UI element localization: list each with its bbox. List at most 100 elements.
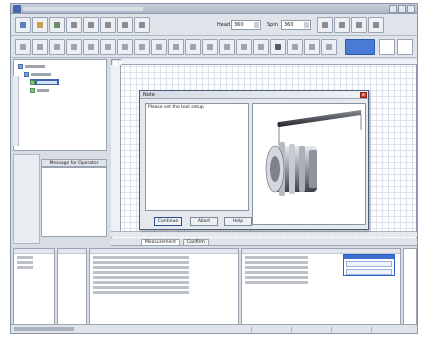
minimize-button[interactable] bbox=[389, 5, 397, 13]
head-label: Head bbox=[217, 22, 231, 28]
table-row bbox=[245, 276, 309, 279]
toolbar2-button-2[interactable] bbox=[32, 39, 48, 55]
property-panel-5[interactable] bbox=[403, 248, 417, 326]
table-row bbox=[245, 271, 309, 274]
head-combo[interactable]: 360 bbox=[231, 20, 261, 30]
property-panel-3[interactable] bbox=[89, 248, 239, 326]
dialog-close-button[interactable]: x bbox=[360, 92, 367, 98]
toolbar2-button-8[interactable] bbox=[134, 39, 150, 55]
program-icon bbox=[30, 79, 35, 85]
readout-header bbox=[344, 255, 394, 259]
tool-icon bbox=[71, 44, 77, 50]
toolbar2-button-11[interactable] bbox=[185, 39, 201, 55]
toolbar-button-11[interactable] bbox=[351, 17, 367, 33]
toolbar-button-12[interactable] bbox=[368, 17, 384, 33]
toolbar-button-2[interactable] bbox=[32, 17, 48, 33]
help-button[interactable]: Help bbox=[224, 217, 252, 226]
status-cell bbox=[251, 327, 291, 332]
tool-icon bbox=[139, 22, 145, 28]
toolbar2-button-4[interactable] bbox=[66, 39, 82, 55]
tool-icon bbox=[156, 44, 162, 50]
table-row bbox=[245, 266, 309, 269]
status-cell bbox=[371, 327, 417, 332]
toolbar2-field[interactable] bbox=[379, 39, 395, 55]
toolbar2-button-1[interactable] bbox=[15, 39, 31, 55]
toolbar-button-7[interactable] bbox=[117, 17, 133, 33]
toolbar2-button-16[interactable] bbox=[270, 39, 286, 55]
chevron-down-icon bbox=[304, 22, 309, 28]
toolbar-button-6[interactable] bbox=[100, 17, 116, 33]
tool-icon bbox=[241, 44, 247, 50]
table-row bbox=[93, 276, 190, 279]
tool-icon bbox=[88, 22, 94, 28]
accent-action-button[interactable] bbox=[345, 39, 375, 55]
app-window: Head 360 Spin 360 Message for Operator N… bbox=[10, 3, 418, 334]
maximize-button[interactable] bbox=[398, 5, 406, 13]
tree-item-label bbox=[37, 80, 57, 84]
tree-item-label bbox=[31, 72, 51, 76]
tool-icon bbox=[309, 44, 315, 50]
toolbar2-button-10[interactable] bbox=[168, 39, 184, 55]
toolbar-button-4[interactable] bbox=[66, 17, 82, 33]
toolbar-button-8[interactable] bbox=[134, 17, 150, 33]
tree-item-label bbox=[25, 64, 45, 68]
toolbar-button-5[interactable] bbox=[83, 17, 99, 33]
readout-cell bbox=[346, 269, 392, 275]
toolbar2-button-17[interactable] bbox=[287, 39, 303, 55]
tab-measurement[interactable]: Measurement bbox=[141, 239, 180, 246]
table-row bbox=[93, 291, 190, 294]
toolbar2-button-18[interactable] bbox=[304, 39, 320, 55]
toolbar-button-3[interactable] bbox=[49, 17, 65, 33]
canvas-scrollbar[interactable] bbox=[111, 231, 417, 237]
dialog-message-box[interactable]: Please set the tool setup bbox=[145, 103, 249, 211]
tool-icon bbox=[54, 44, 60, 50]
tool-icon bbox=[326, 44, 332, 50]
toolbar2-button-7[interactable] bbox=[117, 39, 133, 55]
message-panel[interactable] bbox=[41, 167, 107, 237]
open-icon bbox=[37, 22, 43, 28]
toolbar2-button-9[interactable] bbox=[151, 39, 167, 55]
toolbar-button-10[interactable] bbox=[334, 17, 350, 33]
secondary-toolbar bbox=[11, 36, 417, 58]
toolbar2-button-19[interactable] bbox=[321, 39, 337, 55]
toolbar2-button-14[interactable] bbox=[236, 39, 252, 55]
spin-combo[interactable]: 360 bbox=[281, 20, 311, 30]
toolbar2-button-6[interactable] bbox=[100, 39, 116, 55]
toolbar2-field-2[interactable] bbox=[397, 39, 413, 55]
toolbar2-button-12[interactable] bbox=[202, 39, 218, 55]
property-area bbox=[11, 246, 417, 326]
top-ruler bbox=[121, 59, 417, 65]
toolbar2-button-15[interactable] bbox=[253, 39, 269, 55]
property-panel-2[interactable] bbox=[57, 248, 87, 326]
list-item bbox=[17, 266, 33, 269]
tool-icon bbox=[356, 22, 362, 28]
tree-item-root[interactable] bbox=[18, 63, 45, 69]
continue-button[interactable]: Continue bbox=[154, 217, 182, 226]
tool-icon bbox=[71, 22, 77, 28]
tree-item-child[interactable] bbox=[30, 87, 49, 93]
tool-icon bbox=[20, 44, 26, 50]
toolbar2-button-5[interactable] bbox=[83, 39, 99, 55]
property-panel-1[interactable] bbox=[13, 248, 55, 326]
status-cell bbox=[291, 327, 331, 332]
tool-icon bbox=[292, 44, 298, 50]
status-cell bbox=[331, 327, 371, 332]
tab-confirm[interactable]: Confirm bbox=[183, 239, 209, 246]
close-window-button[interactable] bbox=[407, 5, 415, 13]
toolbar2-button-13[interactable] bbox=[219, 39, 235, 55]
window-title bbox=[23, 7, 143, 11]
chevron-down-icon bbox=[254, 22, 259, 28]
left-ruler bbox=[111, 65, 121, 235]
table-row bbox=[93, 286, 190, 289]
toolbar-button-9[interactable] bbox=[317, 17, 333, 33]
tree-side-strip bbox=[13, 76, 19, 146]
head-value: 360 bbox=[234, 22, 244, 28]
tree-item-program[interactable] bbox=[24, 71, 51, 77]
probe-icon bbox=[275, 44, 281, 50]
tree-item-selected[interactable] bbox=[30, 79, 59, 85]
toolbar2-button-3[interactable] bbox=[49, 39, 65, 55]
tool-icon bbox=[105, 44, 111, 50]
abort-button[interactable]: Abort bbox=[190, 217, 218, 226]
toolbar-button-1[interactable] bbox=[15, 17, 31, 33]
table-row bbox=[93, 266, 190, 269]
